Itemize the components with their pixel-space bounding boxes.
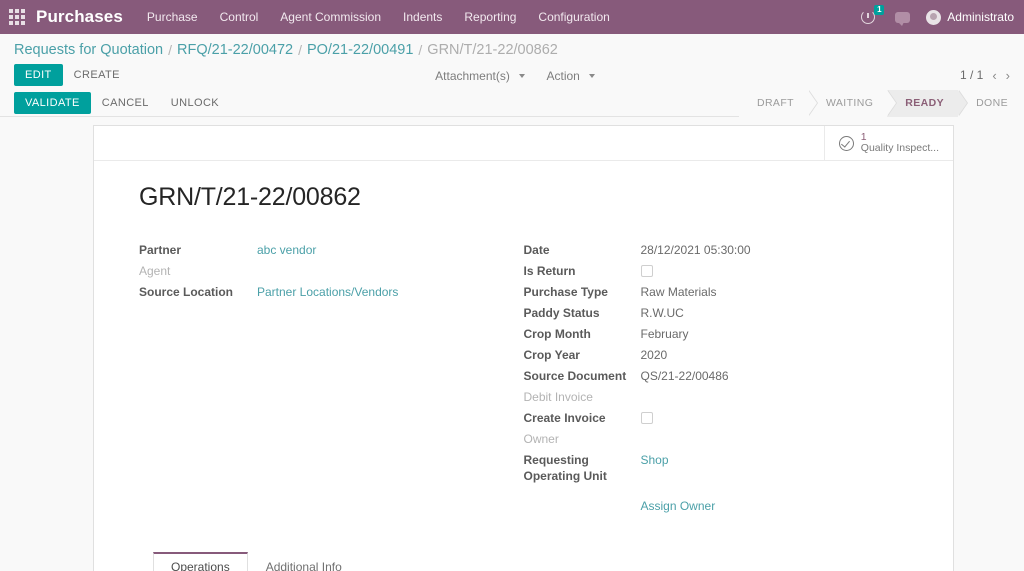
field-label-owner: Owner: [524, 431, 641, 447]
menu-item-purchase[interactable]: Purchase: [147, 10, 198, 24]
control-panel-center-actions: Attachment(s) Action: [0, 68, 1024, 83]
action-statusbar-row: VALIDATE CANCEL UNLOCK DRAFT WAITING REA…: [0, 90, 1024, 117]
field-agent: Agent: [139, 263, 494, 279]
field-label-create-invoice: Create Invoice: [524, 410, 641, 426]
field-value-paddy-status: R.W.UC: [641, 305, 684, 321]
field-value-crop-month: February: [641, 326, 689, 342]
field-debit-invoice: Debit Invoice: [524, 389, 909, 405]
field-crop-month: Crop Month February: [524, 326, 909, 342]
field-value-source-document: QS/21-22/00486: [641, 368, 729, 384]
tab-operations[interactable]: Operations: [153, 552, 248, 571]
avatar: [926, 10, 941, 25]
menu-item-reporting[interactable]: Reporting: [464, 10, 516, 24]
navbar-systray: 1 Administrato: [861, 8, 1014, 26]
field-partner: Partner abc vendor: [139, 242, 494, 258]
menu-item-configuration[interactable]: Configuration: [538, 10, 609, 24]
field-is-return: Is Return: [524, 263, 909, 279]
breadcrumb-separator: /: [298, 42, 302, 58]
field-requesting-operating-unit: Requesting Operating Unit Shop: [524, 452, 909, 484]
field-date: Date 28/12/2021 05:30:00: [524, 242, 909, 258]
edit-button[interactable]: EDIT: [14, 64, 63, 86]
check-circle-icon: [839, 136, 854, 151]
field-label-debit-invoice: Debit Invoice: [524, 389, 641, 405]
menu-item-indents[interactable]: Indents: [403, 10, 442, 24]
status-bar: DRAFT WAITING READY DONE: [739, 90, 1024, 117]
field-crop-year: Crop Year 2020: [524, 347, 909, 363]
field-label-paddy-status: Paddy Status: [524, 305, 641, 321]
checkbox-create-invoice[interactable]: [641, 412, 653, 424]
action-dropdown[interactable]: Action: [540, 69, 594, 83]
field-value-requesting-operating-unit[interactable]: Shop: [641, 452, 669, 484]
field-label-purchase-type: Purchase Type: [524, 284, 641, 300]
unlock-button[interactable]: UNLOCK: [160, 92, 230, 114]
field-label-partner: Partner: [139, 242, 257, 258]
messages-chat-icon[interactable]: [895, 12, 910, 23]
app-brand-title[interactable]: Purchases: [36, 7, 123, 27]
field-value-partner[interactable]: abc vendor: [257, 242, 316, 258]
notebook-tabs: Operations Additional Info: [139, 551, 908, 571]
field-label-crop-year: Crop Year: [524, 347, 641, 363]
attachments-dropdown[interactable]: Attachment(s): [429, 69, 525, 83]
status-ready[interactable]: READY: [887, 90, 958, 117]
field-value-date: 28/12/2021 05:30:00: [641, 242, 751, 258]
breadcrumb-item-po[interactable]: PO/21-22/00491: [307, 42, 413, 58]
field-group-left: Partner abc vendor Agent Source Location…: [139, 242, 524, 513]
chevron-down-icon: [589, 74, 595, 78]
field-value-purchase-type: Raw Materials: [641, 284, 717, 300]
field-label-requesting-operating-unit: Requesting Operating Unit: [524, 452, 641, 484]
pager-previous-icon[interactable]: ‹: [992, 68, 996, 83]
field-paddy-status: Paddy Status R.W.UC: [524, 305, 909, 321]
activity-clock-icon[interactable]: 1: [861, 8, 879, 26]
apps-grid-icon[interactable]: [8, 8, 26, 26]
breadcrumb-item-requests-for-quotation[interactable]: Requests for Quotation: [14, 42, 163, 58]
field-owner: Owner: [524, 431, 909, 447]
content-area: 1 Quality Inspect... GRN/T/21-22/00862 P…: [0, 117, 1024, 571]
breadcrumb-separator: /: [168, 42, 172, 58]
field-purchase-type: Purchase Type Raw Materials: [524, 284, 909, 300]
field-groups: Partner abc vendor Agent Source Location…: [139, 242, 908, 513]
breadcrumb-item-current: GRN/T/21-22/00862: [427, 42, 558, 58]
field-label-crop-month: Crop Month: [524, 326, 641, 342]
chevron-down-icon: [519, 74, 525, 78]
pager-counter: 1 / 1: [960, 68, 983, 82]
field-value-source-location[interactable]: Partner Locations/Vendors: [257, 284, 398, 300]
page-title: GRN/T/21-22/00862: [139, 183, 908, 212]
validate-button[interactable]: VALIDATE: [14, 92, 91, 114]
top-navbar: Purchases Purchase Control Agent Commiss…: [0, 0, 1024, 34]
checkbox-is-return[interactable]: [641, 265, 653, 277]
menu-item-agent-commission[interactable]: Agent Commission: [280, 10, 381, 24]
user-menu[interactable]: Administrato: [926, 10, 1014, 25]
notebook: Operations Additional Info # Product RMR…: [139, 551, 908, 571]
breadcrumb: Requests for Quotation / RFQ/21-22/00472…: [0, 34, 1024, 60]
menu-item-control[interactable]: Control: [220, 10, 259, 24]
status-draft[interactable]: DRAFT: [739, 90, 808, 117]
control-panel: EDIT CREATE Attachment(s) Action 1 / 1 ‹…: [0, 60, 1024, 90]
field-source-document: Source Document QS/21-22/00486: [524, 368, 909, 384]
field-label-source-document: Source Document: [524, 368, 641, 384]
field-source-location: Source Location Partner Locations/Vendor…: [139, 284, 494, 300]
main-menu: Purchase Control Agent Commission Indent…: [147, 10, 610, 24]
field-value-crop-year: 2020: [641, 347, 668, 363]
field-group-right: Date 28/12/2021 05:30:00 Is Return Purch…: [524, 242, 909, 513]
field-label-date: Date: [524, 242, 641, 258]
cancel-button[interactable]: CANCEL: [91, 92, 160, 114]
pager: 1 / 1 ‹ ›: [960, 68, 1010, 83]
assign-owner-button[interactable]: Assign Owner: [641, 499, 716, 513]
activity-badge-count: 1: [874, 5, 884, 15]
stat-label: Quality Inspect...: [861, 143, 939, 154]
stat-button-box: 1 Quality Inspect...: [94, 126, 953, 161]
create-button[interactable]: CREATE: [63, 64, 131, 86]
tab-additional-info[interactable]: Additional Info: [248, 552, 360, 571]
field-create-invoice: Create Invoice: [524, 410, 909, 426]
field-label-agent: Agent: [139, 263, 257, 279]
form-sheet: 1 Quality Inspect... GRN/T/21-22/00862 P…: [93, 125, 954, 571]
status-waiting[interactable]: WAITING: [808, 90, 887, 117]
breadcrumb-separator: /: [418, 42, 422, 58]
breadcrumb-item-rfq[interactable]: RFQ/21-22/00472: [177, 42, 293, 58]
field-label-source-location: Source Location: [139, 284, 257, 300]
field-label-is-return: Is Return: [524, 263, 641, 279]
stat-button-quality-inspections[interactable]: 1 Quality Inspect...: [824, 126, 953, 160]
pager-next-icon[interactable]: ›: [1006, 68, 1010, 83]
user-name-label: Administrato: [947, 10, 1014, 24]
